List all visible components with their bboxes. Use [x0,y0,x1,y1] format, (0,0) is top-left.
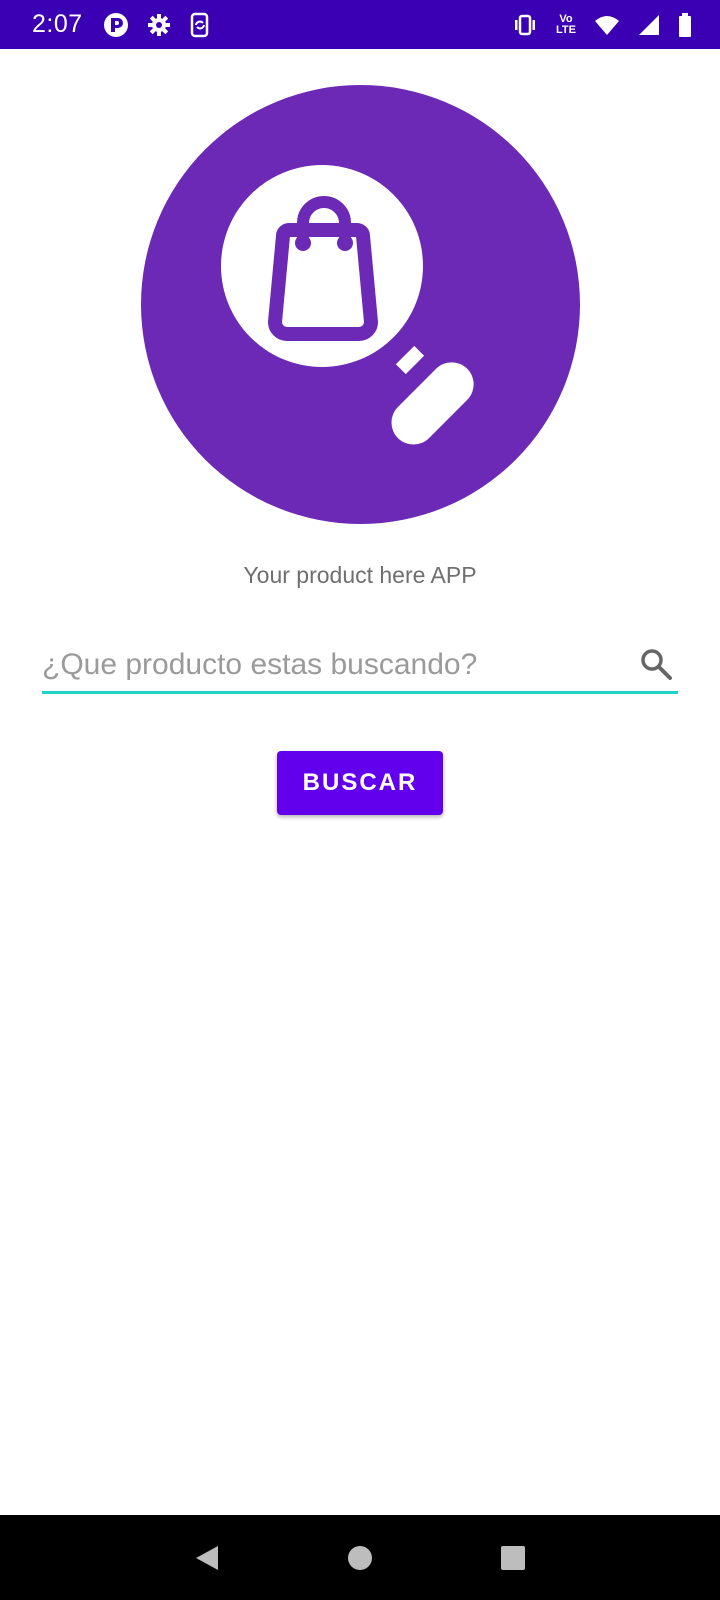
status-left: 2:07 [32,10,211,39]
app-title: Your product here APP [243,562,477,588]
signal-icon [638,14,660,36]
battery-icon [678,12,692,37]
main-content: Your product here APP BUSCAR [0,49,720,1515]
volte-icon: Vo LTE [556,13,576,36]
navigation-bar [0,1515,720,1600]
search-icon[interactable] [638,646,674,682]
recents-icon[interactable] [483,1528,543,1588]
status-time: 2:07 [32,10,83,38]
back-icon[interactable] [177,1528,237,1588]
search-input[interactable] [42,640,612,690]
vibrate-icon [512,14,538,36]
status-bar: 2:07 Vo LTE [0,0,720,49]
shopping-bag-magnifier-icon [141,85,580,524]
volte-bottom-label: LTE [556,23,576,36]
wifi-icon [594,15,620,35]
buscar-button[interactable]: BUSCAR [277,751,443,815]
search-field [42,640,678,694]
screen-rotate-icon [189,12,211,38]
gear-icon [147,13,171,37]
app-notification-icon [103,12,129,38]
status-right: Vo LTE [512,12,692,37]
home-icon[interactable] [330,1528,390,1588]
